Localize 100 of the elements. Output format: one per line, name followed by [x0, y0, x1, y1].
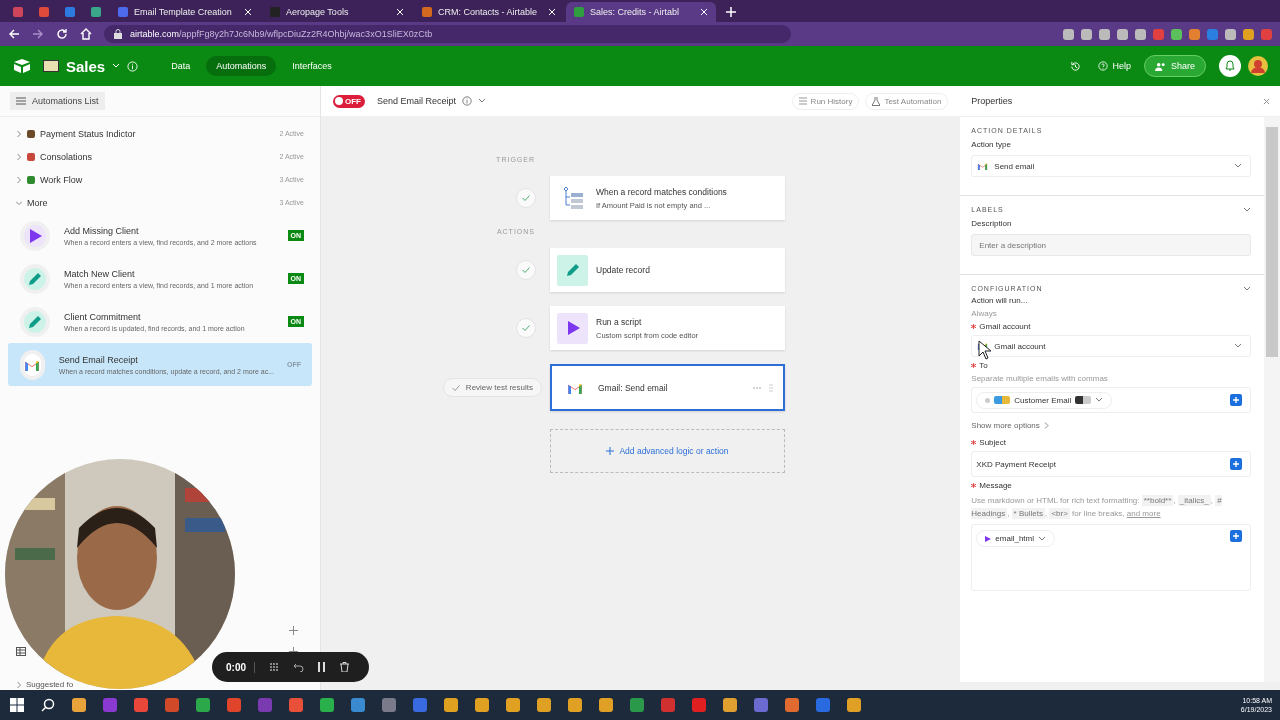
extension-icon[interactable]: [1207, 28, 1218, 40]
browser-tab[interactable]: Email Template Creation: [110, 2, 260, 22]
new-tab-icon[interactable]: [726, 7, 736, 17]
app-icon[interactable]: [692, 698, 706, 712]
app-icon[interactable]: [134, 698, 148, 712]
show-more-options-link[interactable]: Show more options: [971, 421, 1251, 430]
bell-icon[interactable]: [1219, 55, 1241, 77]
field-hint: Use markdown or HTML for rich text formatting: **bold** , _italics_ , # Headings , * Bullets , <br> for line breaks, and more: [971, 494, 1223, 520]
address-field[interactable]: airtable.com/appfFg8y2h7Jc6Nb9/wflpcDiuZz2R4Ohbj/wac3xO1SliEX0zCtb: [104, 25, 791, 43]
menu-icon: [16, 97, 26, 105]
browser-tab[interactable]: CRM: Contacts - Airtable: [414, 2, 564, 22]
app-icon[interactable]: [196, 698, 210, 712]
app-icon[interactable]: [444, 698, 458, 712]
people-icon: [1154, 61, 1166, 71]
tab-title: CRM: Contacts - Airtable: [438, 7, 539, 17]
review-results-button[interactable]: Review test results: [442, 378, 542, 397]
info-icon[interactable]: [462, 96, 473, 106]
check-icon: [451, 384, 460, 391]
chevron-down-icon: [1234, 343, 1242, 349]
subject-field[interactable]: XKD Payment Receipt: [971, 451, 1251, 477]
message-field[interactable]: email_html: [971, 524, 1251, 591]
app-icon[interactable]: [413, 698, 427, 712]
nav-tab[interactable]: Automations: [206, 56, 277, 76]
pause-icon[interactable]: [318, 662, 326, 672]
extension-icon[interactable]: [1243, 28, 1254, 40]
add-field-icon[interactable]: [1230, 530, 1242, 542]
extension-icon[interactable]: [1063, 28, 1074, 40]
add-field-icon[interactable]: [1230, 458, 1242, 470]
tab-title: Aeropage Tools: [286, 7, 350, 17]
extension-icon[interactable]: [1153, 28, 1164, 40]
extension-icon[interactable]: [1261, 28, 1272, 40]
chevron-down-icon: [1243, 285, 1251, 292]
app-icon[interactable]: [351, 698, 365, 712]
automation-name[interactable]: Send Email Receipt: [377, 96, 457, 106]
app-icon[interactable]: [847, 698, 861, 712]
app-icon[interactable]: [816, 698, 830, 712]
app-icon[interactable]: [537, 698, 551, 712]
scrollbar[interactable]: [1264, 117, 1280, 682]
automations-list-button[interactable]: Automations List: [10, 92, 105, 110]
extension-icon[interactable]: [1171, 28, 1182, 40]
base-name[interactable]: Sales: [66, 57, 106, 75]
history-icon[interactable]: [1070, 60, 1082, 72]
step-title: Update record: [596, 265, 651, 275]
extension-icon[interactable]: [1099, 28, 1110, 40]
browser-tab[interactable]: Aeropage Tools: [262, 2, 412, 22]
extension-icon[interactable]: [1135, 28, 1146, 40]
avatar-icon[interactable]: [1248, 56, 1268, 76]
suggested-label[interactable]: Suggested fo: [26, 680, 74, 689]
app-icon[interactable]: [289, 698, 303, 712]
table-icon: [16, 647, 26, 656]
logo-icon[interactable]: [14, 59, 30, 73]
app-icon[interactable]: [599, 698, 613, 712]
field-label: Description: [971, 219, 1013, 228]
flask-icon: [872, 96, 881, 106]
app-icon[interactable]: [382, 698, 396, 712]
add-action-button[interactable]: Add advanced logic or action: [550, 429, 785, 473]
extension-icon[interactable]: [1081, 28, 1092, 40]
tab-title: Sales: Credits - Airtabl: [590, 7, 681, 17]
description-field[interactable]: Enter a description: [971, 234, 1251, 256]
nav-tab[interactable]: Data: [161, 56, 201, 76]
extension-icon[interactable]: [1225, 28, 1236, 40]
app-icon[interactable]: [165, 698, 179, 712]
home-icon[interactable]: [80, 28, 92, 40]
app-icon[interactable]: [72, 698, 86, 712]
app-icon[interactable]: [723, 698, 737, 712]
chevron-down-icon: [478, 98, 487, 104]
browser-tab[interactable]: Sales: Credits - Airtabl: [566, 2, 716, 22]
app-icon[interactable]: [630, 698, 644, 712]
app-icon[interactable]: [475, 698, 489, 712]
toggle-switch[interactable]: OFF: [333, 94, 365, 108]
help-link[interactable]: Help: [1098, 61, 1131, 71]
pencil-icon: [27, 270, 43, 287]
app-icon[interactable]: [506, 698, 520, 712]
action-type-dropdown[interactable]: Send email: [971, 155, 1251, 177]
step-card[interactable]: Update record: [550, 248, 785, 292]
app-icon[interactable]: [785, 698, 799, 712]
chevron-down-icon[interactable]: [112, 63, 121, 69]
scrollbar[interactable]: [960, 682, 1280, 690]
undo-icon[interactable]: [293, 662, 304, 672]
forward-icon[interactable]: [32, 28, 44, 40]
app-icon[interactable]: [754, 698, 768, 712]
app-icon[interactable]: [320, 698, 334, 712]
app-icon[interactable]: [227, 698, 241, 712]
mouse-pointer-icon: [978, 340, 992, 360]
base-icon: [43, 60, 59, 72]
step-card[interactable]: Gmail: Send email: [550, 364, 785, 411]
grid-icon[interactable]: [269, 662, 279, 672]
trash-icon[interactable]: [340, 662, 349, 672]
reload-icon[interactable]: [56, 28, 68, 40]
search-icon[interactable]: [41, 698, 55, 712]
app-icon[interactable]: [568, 698, 582, 712]
extension-icon[interactable]: [1117, 28, 1128, 40]
start-icon[interactable]: [10, 698, 24, 712]
extension-icon[interactable]: [1189, 28, 1200, 40]
nav-tab[interactable]: Interfaces: [282, 56, 342, 76]
add-field-icon[interactable]: [1230, 394, 1242, 406]
to-field[interactable]: Customer Email: [971, 387, 1251, 413]
step-title: Run a script: [596, 316, 643, 327]
back-icon[interactable]: [8, 28, 20, 40]
app-icon[interactable]: [661, 698, 675, 712]
